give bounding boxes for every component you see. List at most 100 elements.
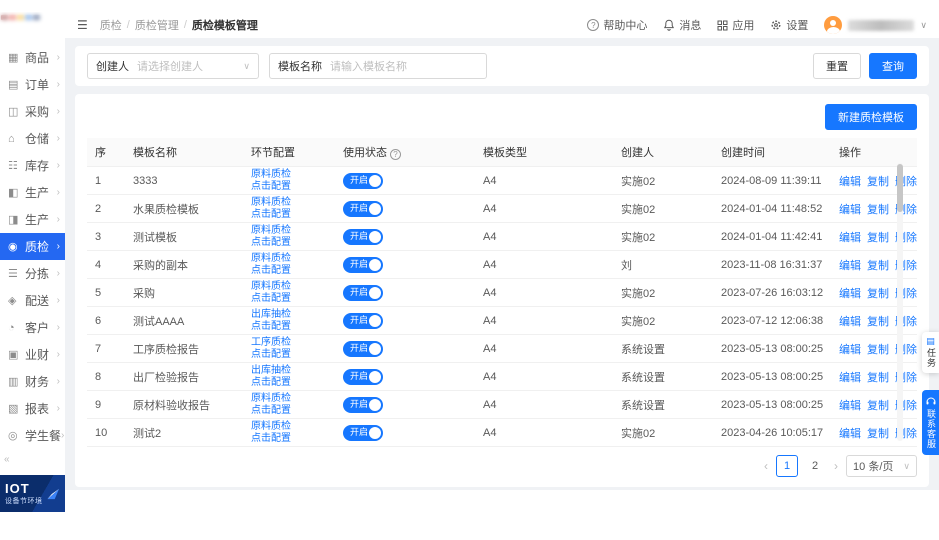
stage-link[interactable]: 原料质检 [251, 393, 327, 405]
status-toggle[interactable]: 开启 [343, 313, 383, 329]
tasks-float-button[interactable]: ▤ 任务 [922, 332, 939, 373]
table-scrollbar[interactable] [897, 163, 903, 441]
template-type: A4 [475, 307, 613, 335]
action-复制[interactable]: 复制 [867, 372, 889, 384]
sidebar-item-采购[interactable]: ◫采购› [0, 98, 65, 125]
sidebar-item-仓储[interactable]: ⌂仓储› [0, 125, 65, 152]
created-time: 2023-05-13 08:00:25 [713, 363, 831, 391]
configure-link[interactable]: 点击配置 [251, 349, 327, 361]
settings-button[interactable]: 设置 [770, 17, 808, 33]
action-编辑[interactable]: 编辑 [839, 232, 861, 244]
configure-link[interactable]: 点击配置 [251, 181, 327, 193]
new-template-button[interactable]: 新建质检模板 [825, 104, 917, 130]
action-编辑[interactable]: 编辑 [839, 288, 861, 300]
action-编辑[interactable]: 编辑 [839, 204, 861, 216]
sidebar-item-财务[interactable]: ▥财务› [0, 368, 65, 395]
status-toggle[interactable]: 开启 [343, 397, 383, 413]
main-content: 创建人 请选择创建人 ∨ 模板名称 请输入模板名称 重置 查询 新建质检模板 [65, 38, 939, 490]
help-center-button[interactable]: ? 帮助中心 [587, 17, 647, 33]
sidebar-item-配送[interactable]: ◈配送› [0, 287, 65, 314]
chevron-down-icon: ∨ [243, 61, 250, 72]
status-toggle[interactable]: 开启 [343, 201, 383, 217]
chevron-right-icon: › [57, 160, 60, 171]
toggle-knob [369, 371, 381, 383]
next-page-button[interactable]: › [834, 459, 838, 473]
sidebar-item-客户[interactable]: ◔客户› [0, 314, 65, 341]
stage-link[interactable]: 工序质检 [251, 337, 327, 349]
action-编辑[interactable]: 编辑 [839, 428, 861, 440]
action-复制[interactable]: 复制 [867, 176, 889, 188]
configure-link[interactable]: 点击配置 [251, 377, 327, 389]
status-toggle[interactable]: 开启 [343, 257, 383, 273]
sidebar-item-商品[interactable]: ▦商品› [0, 44, 65, 71]
page-button-1[interactable]: 1 [776, 455, 798, 477]
sidebar-item-分拣[interactable]: ☰分拣› [0, 260, 65, 287]
stage-link[interactable]: 原料质检 [251, 421, 327, 433]
creator-select[interactable]: 创建人 请选择创建人 ∨ [87, 53, 259, 79]
sidebar-item-报表[interactable]: ▧报表› [0, 395, 65, 422]
sidebar-item-业财[interactable]: ▣业财› [0, 341, 65, 368]
headset-icon [926, 396, 936, 406]
configure-link[interactable]: 点击配置 [251, 293, 327, 305]
action-复制[interactable]: 复制 [867, 400, 889, 412]
action-编辑[interactable]: 编辑 [839, 344, 861, 356]
page-size-select[interactable]: 10 条/页 ∨ [846, 455, 917, 477]
search-button[interactable]: 查询 [869, 53, 917, 79]
stage-link[interactable]: 原料质检 [251, 197, 327, 209]
action-编辑[interactable]: 编辑 [839, 316, 861, 328]
sidebar-item-生产[interactable]: ◨生产› [0, 206, 65, 233]
configure-link[interactable]: 点击配置 [251, 265, 327, 277]
sidebar-item-订单[interactable]: ▤订单› [0, 71, 65, 98]
status-toggle[interactable]: 开启 [343, 341, 383, 357]
sidebar-item-生产[interactable]: ◧生产› [0, 179, 65, 206]
breadcrumb-item[interactable]: 质检管理 [135, 17, 179, 33]
breadcrumb-item[interactable]: 质检 [100, 17, 122, 33]
configure-link[interactable]: 点击配置 [251, 321, 327, 333]
stage-link[interactable]: 原料质检 [251, 169, 327, 181]
sidebar-collapse-arrow[interactable]: « [4, 454, 10, 465]
action-复制[interactable]: 复制 [867, 204, 889, 216]
page-button-2[interactable]: 2 [804, 455, 826, 477]
action-复制[interactable]: 复制 [867, 428, 889, 440]
stage-link[interactable]: 出库抽检 [251, 309, 327, 321]
chevron-right-icon: › [61, 430, 64, 441]
prev-page-button[interactable]: ‹ [764, 459, 768, 473]
row-index: 8 [87, 363, 125, 391]
help-icon[interactable]: ? [390, 149, 401, 160]
configure-link[interactable]: 点击配置 [251, 237, 327, 249]
action-编辑[interactable]: 编辑 [839, 176, 861, 188]
status-toggle[interactable]: 开启 [343, 425, 383, 441]
stage-link[interactable]: 出库抽检 [251, 365, 327, 377]
status-toggle[interactable]: 开启 [343, 369, 383, 385]
apps-button[interactable]: 应用 [717, 17, 754, 33]
sidebar-item-label: 学生餐 [25, 427, 61, 444]
user-menu[interactable]: ∨ [824, 16, 927, 34]
action-编辑[interactable]: 编辑 [839, 400, 861, 412]
configure-link[interactable]: 点击配置 [251, 433, 327, 445]
status-toggle[interactable]: 开启 [343, 173, 383, 189]
action-复制[interactable]: 复制 [867, 288, 889, 300]
sidebar-toggle-icon[interactable]: ☰ [77, 18, 88, 32]
action-编辑[interactable]: 编辑 [839, 260, 861, 272]
stage-link[interactable]: 原料质检 [251, 281, 327, 293]
status-toggle[interactable]: 开启 [343, 229, 383, 245]
action-复制[interactable]: 复制 [867, 232, 889, 244]
status-toggle[interactable]: 开启 [343, 285, 383, 301]
action-编辑[interactable]: 编辑 [839, 372, 861, 384]
sidebar-item-库存[interactable]: ☷库存› [0, 152, 65, 179]
reset-button[interactable]: 重置 [813, 53, 861, 79]
action-复制[interactable]: 复制 [867, 316, 889, 328]
sidebar-item-学生餐[interactable]: ◎学生餐› [0, 422, 65, 449]
messages-button[interactable]: 消息 [663, 17, 701, 33]
sidebar-item-质检[interactable]: ◉质检› [0, 233, 65, 260]
template-name-input[interactable]: 模板名称 请输入模板名称 [269, 53, 487, 79]
stage-link[interactable]: 原料质检 [251, 225, 327, 237]
row-index: 5 [87, 279, 125, 307]
configure-link[interactable]: 点击配置 [251, 405, 327, 417]
stage-link[interactable]: 原料质检 [251, 253, 327, 265]
scrollbar-thumb[interactable] [897, 164, 903, 212]
customer-service-float-button[interactable]: 联系客服 [922, 390, 939, 455]
action-复制[interactable]: 复制 [867, 344, 889, 356]
configure-link[interactable]: 点击配置 [251, 209, 327, 221]
action-复制[interactable]: 复制 [867, 260, 889, 272]
